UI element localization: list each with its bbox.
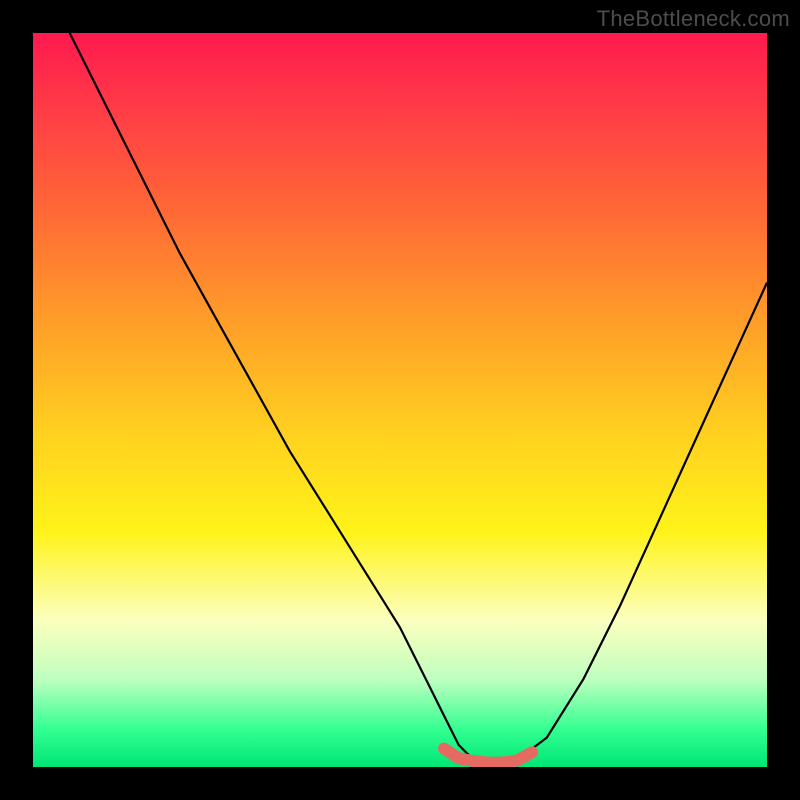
bottleneck-curve: [70, 33, 767, 763]
plot-area: [33, 33, 767, 767]
watermark-text: TheBottleneck.com: [597, 6, 790, 32]
chart-frame: TheBottleneck.com: [0, 0, 800, 800]
sweet-spot-band: [444, 749, 532, 763]
curve-layer: [33, 33, 767, 767]
